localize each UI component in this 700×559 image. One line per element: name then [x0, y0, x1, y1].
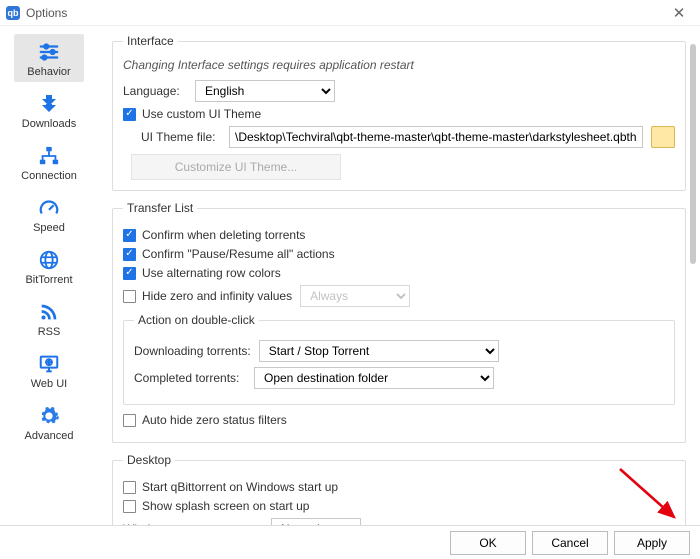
sliders-icon — [36, 40, 62, 64]
close-button[interactable]: ✕ — [664, 4, 694, 22]
monitor-icon — [36, 352, 62, 376]
sidebar: Behavior Downloads Connection Speed BitT… — [0, 26, 108, 525]
group-legend: Desktop — [123, 453, 175, 467]
checkbox-label: Auto hide zero status filters — [142, 413, 287, 427]
check-icon — [123, 248, 136, 261]
downloading-label: Downloading torrents: — [134, 344, 251, 358]
completed-label: Completed torrents: — [134, 371, 246, 385]
checkbox-label: Start qBittorrent on Windows start up — [142, 480, 338, 494]
transfer-list-group: Transfer List Confirm when deleting torr… — [112, 201, 686, 443]
group-legend: Transfer List — [123, 201, 197, 215]
cancel-button[interactable]: Cancel — [532, 531, 608, 555]
sidebar-item-connection[interactable]: Connection — [14, 138, 84, 186]
check-icon — [123, 108, 136, 121]
group-legend: Action on double-click — [134, 313, 259, 327]
browse-button[interactable] — [651, 126, 675, 148]
download-icon — [36, 92, 62, 116]
rss-icon — [36, 300, 62, 324]
dialog-footer: OK Cancel Apply — [0, 525, 700, 559]
checkbox-label: Use custom UI Theme — [142, 107, 261, 121]
checkbox-label: Show splash screen on start up — [142, 499, 309, 513]
double-click-group: Action on double-click Downloading torre… — [123, 313, 675, 405]
window-title: Options — [26, 6, 67, 20]
theme-file-label: UI Theme file: — [141, 130, 221, 144]
check-icon — [123, 481, 136, 494]
check-icon — [123, 414, 136, 427]
check-icon — [123, 290, 136, 303]
sidebar-item-downloads[interactable]: Downloads — [14, 86, 84, 134]
sidebar-label: Connection — [21, 170, 77, 182]
app-icon: qb — [6, 6, 20, 20]
checkbox-label: Hide zero and infinity values — [142, 289, 292, 303]
sidebar-item-behavior[interactable]: Behavior — [14, 34, 84, 82]
globe-icon — [36, 248, 62, 272]
group-legend: Interface — [123, 34, 178, 48]
sidebar-label: Advanced — [25, 430, 74, 442]
splash-checkbox[interactable]: Show splash screen on start up — [123, 499, 309, 513]
check-icon — [123, 500, 136, 513]
checkbox-label: Confirm "Pause/Resume all" actions — [142, 247, 335, 261]
alt-rows-checkbox[interactable]: Use alternating row colors — [123, 266, 281, 280]
downloading-action-select[interactable]: Start / Stop Torrent — [259, 340, 499, 362]
winstate-select[interactable]: Normal — [271, 518, 361, 525]
network-icon — [36, 144, 62, 168]
auto-hide-checkbox[interactable]: Auto hide zero status filters — [123, 413, 287, 427]
completed-action-select[interactable]: Open destination folder — [254, 367, 494, 389]
theme-file-input[interactable] — [229, 126, 643, 148]
scrollbar[interactable] — [690, 44, 696, 264]
content-pane: Interface Changing Interface settings re… — [108, 26, 700, 525]
sidebar-item-rss[interactable]: RSS — [14, 294, 84, 342]
sidebar-item-webui[interactable]: Web UI — [14, 346, 84, 394]
check-icon — [123, 229, 136, 242]
restart-note: Changing Interface settings requires app… — [123, 58, 675, 72]
sidebar-item-speed[interactable]: Speed — [14, 190, 84, 238]
apply-button[interactable]: Apply — [614, 531, 690, 555]
language-label: Language: — [123, 84, 187, 98]
sidebar-item-bittorrent[interactable]: BitTorrent — [14, 242, 84, 290]
start-on-boot-checkbox[interactable]: Start qBittorrent on Windows start up — [123, 480, 338, 494]
ok-button[interactable]: OK — [450, 531, 526, 555]
use-custom-theme-checkbox[interactable]: Use custom UI Theme — [123, 107, 261, 121]
sidebar-label: Behavior — [27, 66, 70, 78]
sidebar-label: Speed — [33, 222, 65, 234]
gear-icon — [36, 404, 62, 428]
checkbox-label: Use alternating row colors — [142, 266, 281, 280]
confirm-delete-checkbox[interactable]: Confirm when deleting torrents — [123, 228, 305, 242]
sidebar-label: Downloads — [22, 118, 76, 130]
interface-group: Interface Changing Interface settings re… — [112, 34, 686, 191]
checkbox-label: Confirm when deleting torrents — [142, 228, 305, 242]
customize-theme-button[interactable]: Customize UI Theme... — [131, 154, 341, 180]
gauge-icon — [36, 196, 62, 220]
hide-zero-checkbox[interactable]: Hide zero and infinity values — [123, 289, 292, 303]
desktop-group: Desktop Start qBittorrent on Windows sta… — [112, 453, 686, 525]
sidebar-label: BitTorrent — [25, 274, 72, 286]
hide-zero-mode-select: Always — [300, 285, 410, 307]
confirm-pause-checkbox[interactable]: Confirm "Pause/Resume all" actions — [123, 247, 335, 261]
sidebar-label: RSS — [38, 326, 61, 338]
check-icon — [123, 267, 136, 280]
sidebar-label: Web UI — [31, 378, 67, 390]
language-select[interactable]: English — [195, 80, 335, 102]
sidebar-item-advanced[interactable]: Advanced — [14, 398, 84, 446]
